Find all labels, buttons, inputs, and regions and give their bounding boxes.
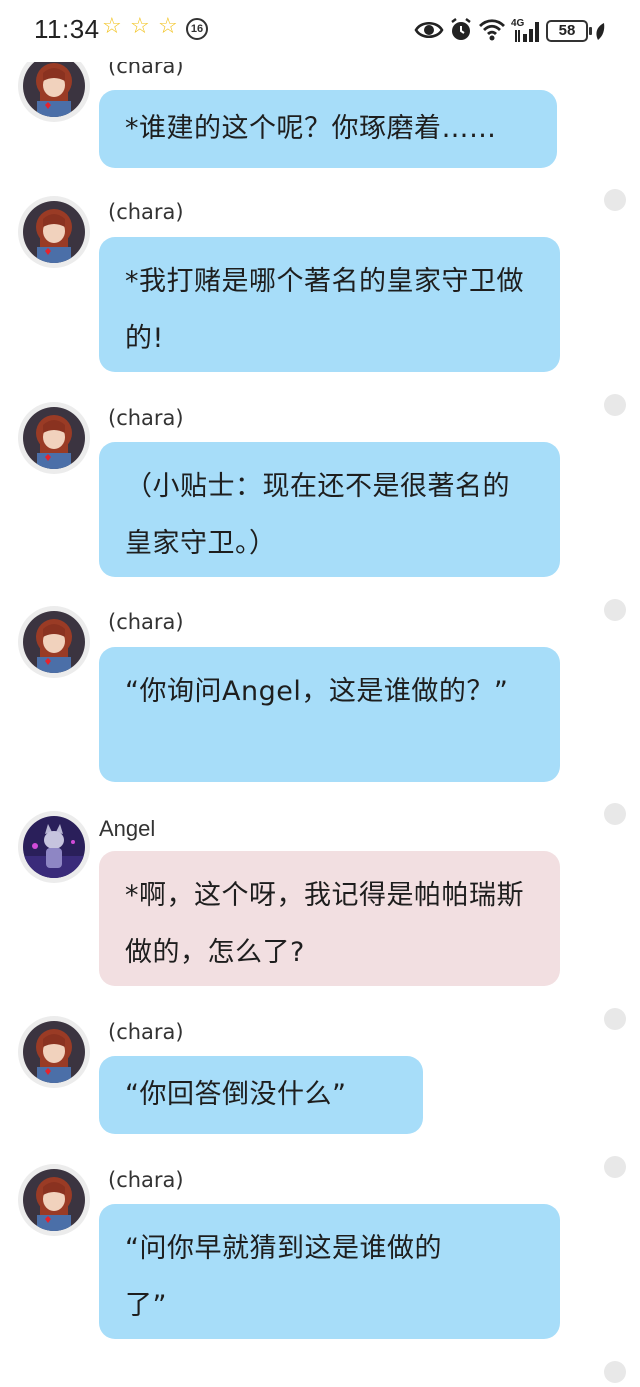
- message-bubble[interactable]: “问你早就猜到这是谁做的了”: [99, 1204, 560, 1339]
- cellular-signal-icon: 4G: [511, 18, 539, 42]
- avatar[interactable]: [18, 1164, 90, 1236]
- clock-time: 11:34: [34, 14, 100, 44]
- star-icon: ☆: [130, 14, 150, 39]
- notification-count-icon: 16: [186, 18, 208, 40]
- wifi-icon: [479, 19, 505, 41]
- star-icon: ☆: [102, 14, 122, 39]
- sender-name: Angel: [99, 816, 156, 841]
- chara-avatar-icon: [23, 55, 85, 117]
- battery-icon: 58: [546, 20, 592, 42]
- eye-icon: [414, 21, 444, 39]
- chara-avatar-icon: [23, 1169, 85, 1231]
- avatar[interactable]: [18, 402, 90, 474]
- avatar[interactable]: [18, 606, 90, 678]
- chara-avatar-icon: [23, 407, 85, 469]
- message-bubble[interactable]: “你回答倒没什么”: [99, 1056, 423, 1134]
- sender-name: (chara): [108, 1168, 184, 1192]
- read-status-dot: [604, 1361, 626, 1383]
- chara-avatar-icon: [23, 611, 85, 673]
- message-bubble[interactable]: *啊，这个呀，我记得是帕帕瑞斯做的，怎么了?: [99, 851, 560, 986]
- power-saving-leaf-icon: [596, 23, 605, 40]
- chara-avatar-icon: [23, 201, 85, 263]
- read-status-dot: [604, 1156, 626, 1178]
- read-status-dot: [604, 599, 626, 621]
- angel-avatar-icon: [23, 816, 85, 878]
- sender-name: (chara): [108, 200, 184, 224]
- chara-avatar-icon: [23, 1021, 85, 1083]
- sender-name: (chara): [108, 1020, 184, 1044]
- sender-name: (chara): [108, 610, 184, 634]
- avatar[interactable]: [18, 811, 90, 883]
- read-status-dot: [604, 189, 626, 211]
- message-bubble[interactable]: （小贴士：现在还不是很著名的皇家守卫。）: [99, 442, 560, 577]
- read-status-dot: [604, 394, 626, 416]
- avatar[interactable]: [18, 1016, 90, 1088]
- sender-name: (chara): [108, 406, 184, 430]
- svg-text:4G: 4G: [511, 18, 525, 29]
- star-icon: ☆: [158, 14, 178, 39]
- alarm-icon: [451, 18, 471, 40]
- message-bubble[interactable]: “你询问Angel，这是谁做的？”: [99, 647, 560, 782]
- read-status-dot: [604, 803, 626, 825]
- message-bubble[interactable]: *我打赌是哪个著名的皇家守卫做的!: [99, 237, 560, 372]
- status-bar: 11:34 ☆ ☆ ☆ 16 4G 58: [0, 0, 640, 62]
- message-bubble[interactable]: *谁建的这个呢？你琢磨着……: [99, 90, 557, 168]
- read-status-dot: [604, 1008, 626, 1030]
- avatar[interactable]: [18, 196, 90, 268]
